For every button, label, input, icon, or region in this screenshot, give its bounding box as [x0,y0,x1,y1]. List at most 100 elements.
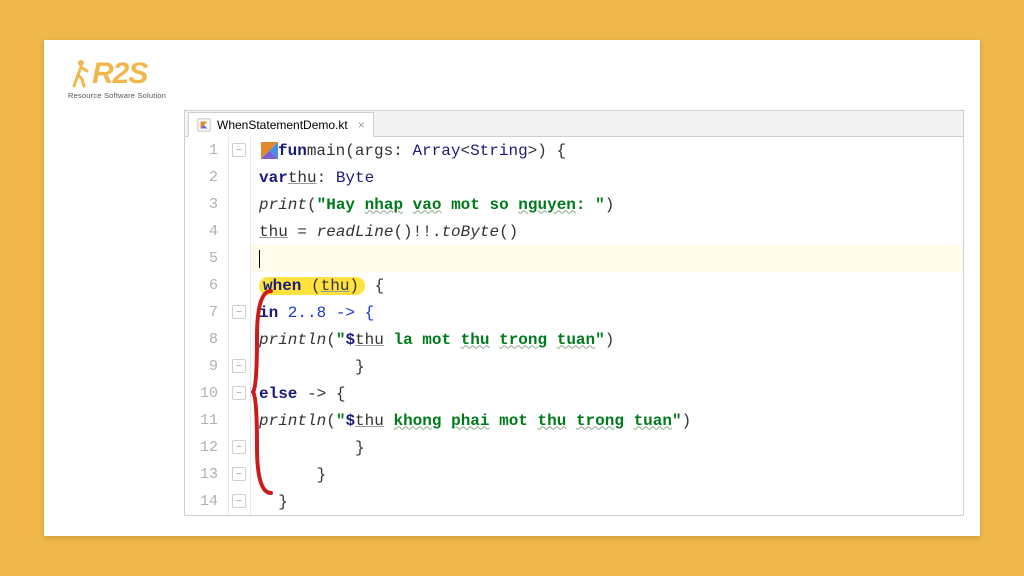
fn-call: println [259,331,326,349]
str [624,412,634,430]
logo-text: R2S [68,58,166,89]
str: tuan [634,412,672,430]
arrow: -> { [297,385,345,403]
close-icon[interactable]: × [354,118,365,132]
kotlin-icon [261,142,278,159]
fold-icon[interactable]: − [232,386,246,400]
str: mot [490,412,538,430]
line-number: 13 [185,461,228,488]
highlight-when: when (thu) [259,277,365,295]
str: : " [576,196,605,214]
str: " [595,331,605,349]
str [566,412,576,430]
code-line-current [251,245,963,272]
code-line: } [251,488,963,515]
line-number: 1 [185,137,228,164]
str: thu [461,331,490,349]
brand-logo: R2S Resource Software Solution [68,58,166,100]
type: Byte [336,169,374,187]
line-number: 7 [185,299,228,326]
fold-icon[interactable]: − [232,143,246,157]
kotlin-file-icon [197,118,211,132]
op: = [288,223,317,241]
code-editor: WhenStatementDemo.kt × 12345678910111213… [184,110,964,516]
code-line: else -> { [251,380,963,407]
code-line: in 2..8 -> { [251,299,963,326]
line-number: 5 [185,245,228,272]
code-area: 1234567891011121314 − − − − − − − [185,137,963,515]
code-line: println("$thu khong phai mot thu trong t… [251,407,963,434]
str: tuan [557,331,595,349]
tab-bar: WhenStatementDemo.kt × [185,111,963,137]
str: nguyen [518,196,576,214]
outer-frame: R2S Resource Software Solution WhenState… [0,0,1024,576]
fn-call: println [259,412,326,430]
logo-tagline: Resource Software Solution [68,91,166,100]
line-number: 6 [185,272,228,299]
fold-icon[interactable]: − [232,467,246,481]
str: nhap [365,196,403,214]
code-line: } [251,461,963,488]
text-cursor [259,250,260,268]
file-tab[interactable]: WhenStatementDemo.kt × [188,112,374,137]
keyword-when: when [263,277,301,295]
str: thu [538,412,567,430]
code-column[interactable]: fun main(args: Array<String>) { var thu:… [251,137,963,515]
fold-icon[interactable]: − [232,359,246,373]
gutter: 1234567891011121314 [185,137,229,515]
fold-icon[interactable]: − [232,440,246,454]
str: " [672,412,682,430]
str: khong [393,412,441,430]
line-number: 2 [185,164,228,191]
template: $ [345,412,355,430]
str: phai [451,412,489,430]
str [547,331,557,349]
fold-icon[interactable]: − [232,494,246,508]
type: Array [412,142,460,160]
tab-filename: WhenStatementDemo.kt [217,118,348,132]
fn-name: main [307,142,345,160]
fold-column: − − − − − − − [229,137,251,515]
keyword-else: else [259,385,297,403]
line-number: 11 [185,407,228,434]
code-line: } [251,434,963,461]
var-name: thu [321,277,350,295]
str: " [336,331,346,349]
fn-call: readLine [317,223,394,241]
logo-letters: R2S [92,57,147,90]
str: vao [413,196,442,214]
str [441,412,451,430]
str [403,196,413,214]
param: args [355,142,393,160]
op: () [499,223,518,241]
var-name: thu [355,331,384,349]
code-line: thu = readLine()!!.toByte() [251,218,963,245]
template: $ [345,331,355,349]
str: " [336,412,346,430]
line-number: 3 [185,191,228,218]
code-line: print("Hay nhap vao mot so nguyen: ") [251,191,963,218]
code-line: when (thu) { [251,272,963,299]
line-number: 14 [185,488,228,515]
keyword-fun: fun [278,142,307,160]
fold-icon[interactable]: − [232,305,246,319]
keyword-in: in [259,304,278,322]
line-number: 12 [185,434,228,461]
code-line: fun main(args: Array<String>) { [251,137,963,164]
range: 2..8 -> { [278,304,374,322]
var-name: thu [259,223,288,241]
keyword-var: var [259,169,288,187]
str: "Hay [317,196,365,214]
line-number: 10 [185,380,228,407]
str: trong [499,331,547,349]
var-name: thu [288,169,317,187]
str: la mot [384,331,461,349]
str [489,331,499,349]
code-line: } [251,353,963,380]
line-number: 9 [185,353,228,380]
fn-call: print [259,196,307,214]
slide-card: R2S Resource Software Solution WhenState… [44,40,980,536]
op: ()!!. [393,223,441,241]
str: trong [576,412,624,430]
code-line: println("$thu la mot thu trong tuan") [251,326,963,353]
